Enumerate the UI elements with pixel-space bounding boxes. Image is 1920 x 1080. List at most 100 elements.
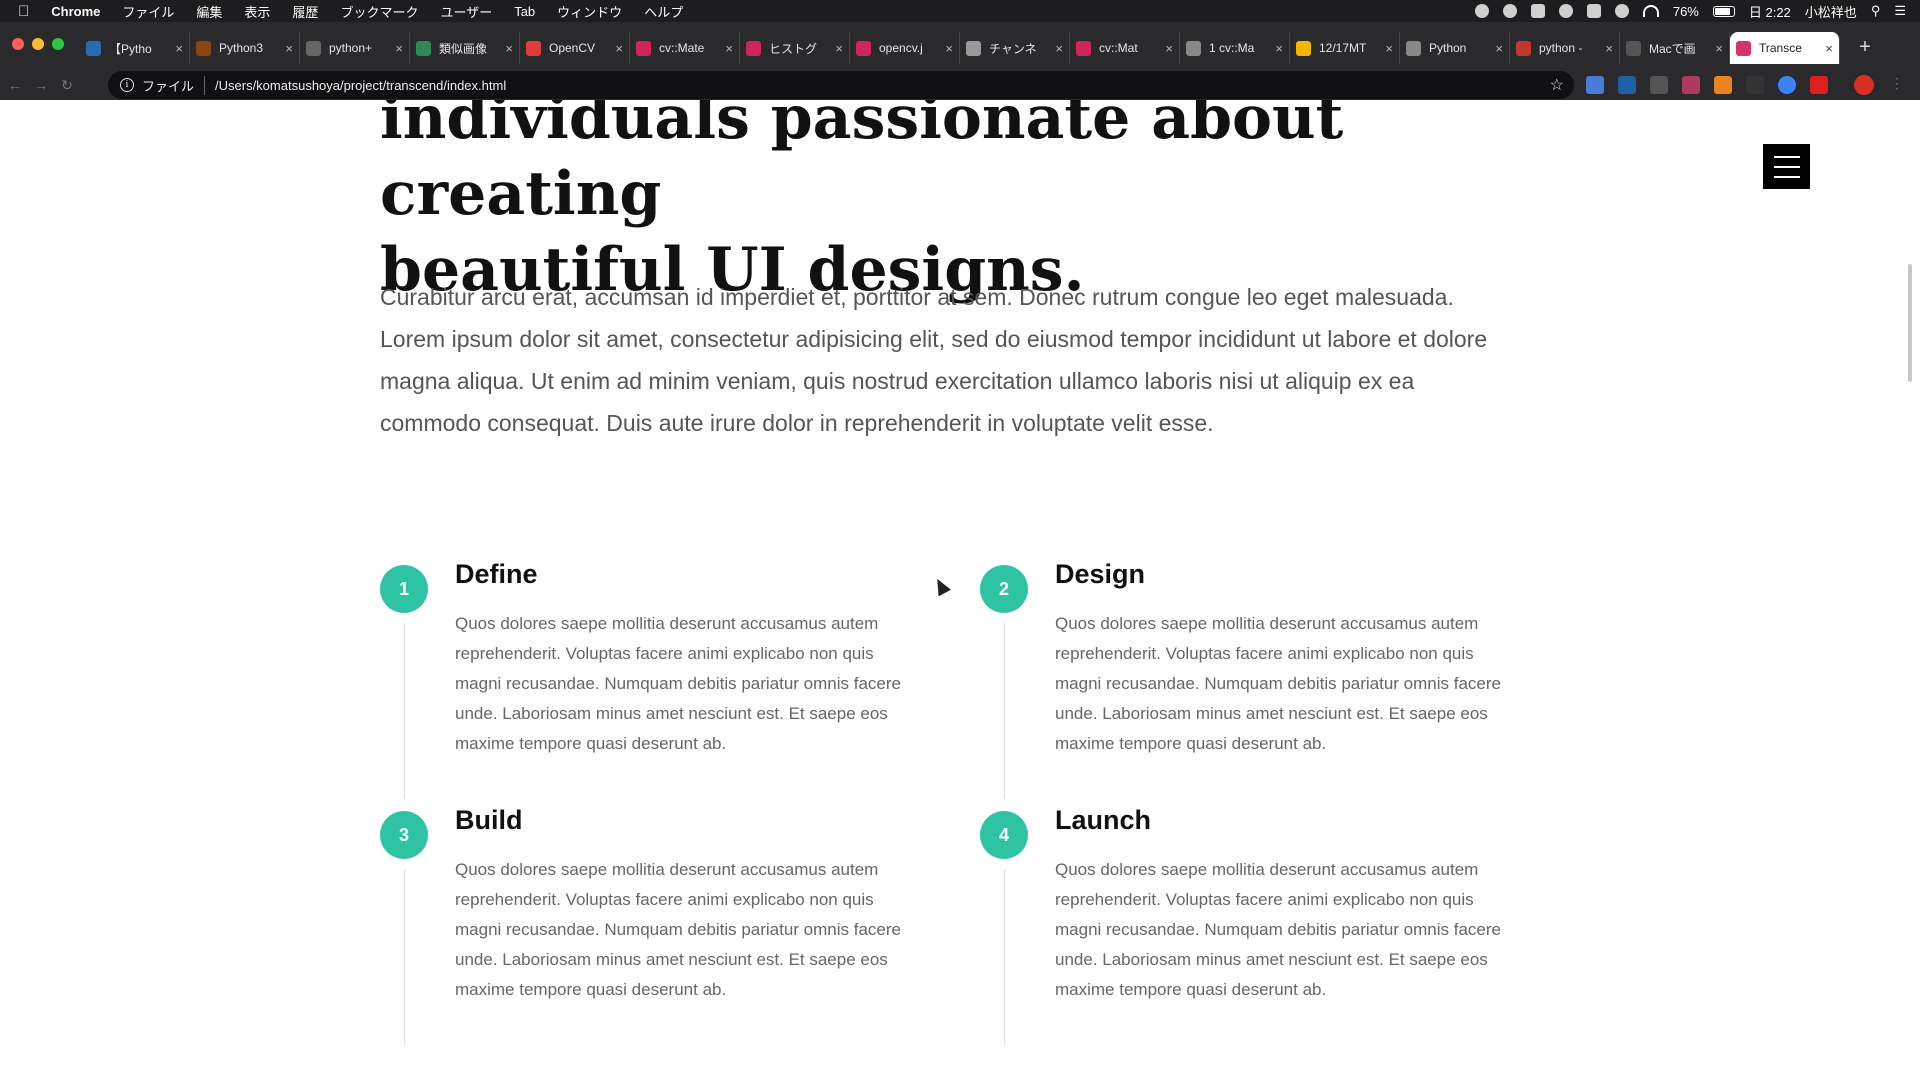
- tab-favicon-icon: [196, 40, 211, 56]
- tab-close-icon[interactable]: ×: [615, 41, 623, 56]
- reload-icon[interactable]: ↻: [56, 77, 78, 94]
- menu-people[interactable]: ユーザー: [440, 2, 492, 21]
- hamburger-menu-button[interactable]: [1763, 144, 1810, 189]
- tab-close-icon[interactable]: ×: [725, 41, 733, 56]
- screen-capture-extension-icon[interactable]: [1650, 76, 1668, 94]
- tab-favicon-icon: [1736, 40, 1751, 56]
- browser-tab[interactable]: opencv.j ×: [850, 32, 960, 64]
- record-icon[interactable]: [1474, 4, 1489, 18]
- menu-edit[interactable]: 編集: [196, 2, 222, 21]
- battery-icon[interactable]: [1712, 5, 1735, 17]
- dropbox-icon[interactable]: [1530, 4, 1545, 18]
- fullscreen-window-button[interactable]: [52, 38, 64, 50]
- browser-tab[interactable]: 1 cv::Ma ×: [1180, 32, 1290, 64]
- address-bar[interactable]: i ファイル /Users/komatsushoya/project/trans…: [108, 71, 1574, 99]
- browser-tab[interactable]: python+ ×: [300, 32, 410, 64]
- url-text[interactable]: /Users/komatsushoya/project/transcend/in…: [215, 78, 506, 93]
- tab-close-icon[interactable]: ×: [1495, 41, 1503, 56]
- video-extension-icon[interactable]: [1810, 76, 1828, 94]
- forward-icon[interactable]: →: [30, 77, 52, 93]
- browser-toolbar: ← → ↻ i ファイル /Users/komatsushoya/project…: [0, 70, 1920, 100]
- tab-close-icon[interactable]: ×: [945, 41, 953, 56]
- intro-paragraph: Curabitur arcu erat, accumsan id imperdi…: [380, 284, 1488, 436]
- metamask-extension-icon[interactable]: [1714, 76, 1732, 94]
- menu-history[interactable]: 履歴: [292, 2, 318, 21]
- tab-close-icon[interactable]: ×: [1055, 41, 1063, 56]
- input-method-icon[interactable]: [1586, 4, 1601, 18]
- menu-app-chrome[interactable]: Chrome: [51, 4, 100, 19]
- browser-tab[interactable]: ヒストグ ×: [740, 32, 850, 64]
- spotlight-search-icon[interactable]: ⚲: [1871, 3, 1881, 19]
- bluetooth-icon[interactable]: [1614, 4, 1629, 18]
- step-title: Design: [1055, 559, 1146, 589]
- qr-extension-icon[interactable]: [1682, 76, 1700, 94]
- battery-percent: 76%: [1672, 3, 1699, 19]
- tab-favicon-icon: [416, 40, 431, 56]
- menu-help[interactable]: ヘルプ: [644, 2, 683, 21]
- tab-close-icon[interactable]: ×: [1275, 41, 1283, 56]
- tab-favicon-icon: [1186, 40, 1201, 56]
- bookmark-star-icon[interactable]: ☆: [1550, 75, 1564, 95]
- tab-title: cv::Mate: [659, 41, 705, 55]
- menubar-clock[interactable]: 日 2:22: [1749, 2, 1791, 21]
- tab-close-icon[interactable]: ×: [175, 41, 183, 56]
- chrome-menu-icon[interactable]: ⋮: [1890, 75, 1904, 92]
- url-scheme-label: ファイル: [142, 75, 206, 95]
- menu-tab[interactable]: Tab: [514, 4, 535, 19]
- tab-close-icon[interactable]: ×: [835, 41, 843, 56]
- browser-tab[interactable]: 12/17MT ×: [1290, 32, 1400, 64]
- tab-close-icon[interactable]: ×: [505, 41, 513, 56]
- browser-tab[interactable]: Transce ×: [1730, 32, 1840, 64]
- menu-window[interactable]: ウィンドウ: [557, 2, 622, 21]
- menu-file[interactable]: ファイル: [122, 2, 174, 21]
- menu-view[interactable]: 表示: [244, 2, 270, 21]
- tab-close-icon[interactable]: ×: [395, 41, 403, 56]
- page-scrollbar-thumb[interactable]: [1908, 264, 1912, 382]
- browser-tab[interactable]: cv::Mat ×: [1070, 32, 1180, 64]
- menu-bookmarks[interactable]: ブックマーク: [340, 2, 418, 21]
- tab-title: Python: [1429, 41, 1467, 55]
- tab-title: opencv.j: [879, 41, 923, 55]
- browser-tab[interactable]: 【Pytho ×: [80, 32, 190, 64]
- browser-tab[interactable]: OpenCV ×: [520, 32, 630, 64]
- tab-close-icon[interactable]: ×: [1385, 41, 1393, 56]
- tab-close-icon[interactable]: ×: [285, 41, 293, 56]
- back-icon[interactable]: ←: [4, 77, 26, 93]
- tab-close-icon[interactable]: ×: [1715, 41, 1723, 56]
- site-info-icon[interactable]: i: [120, 78, 134, 92]
- tab-close-icon[interactable]: ×: [1825, 41, 1833, 56]
- tab-title: Transce: [1759, 41, 1802, 55]
- profile-avatar-icon[interactable]: [1854, 75, 1874, 95]
- tab-favicon-icon: [1406, 40, 1421, 56]
- step-description: Quos dolores saepe mollitia deserunt acc…: [1055, 860, 1502, 999]
- dictionary-extension-icon[interactable]: [1618, 76, 1636, 94]
- browser-tab[interactable]: cv::Mate ×: [630, 32, 740, 64]
- notification-center-icon[interactable]: ☰: [1894, 3, 1906, 19]
- close-window-button[interactable]: [12, 38, 24, 50]
- tab-favicon-icon: [966, 40, 981, 56]
- apple-menu-icon[interactable]: : [18, 3, 29, 20]
- step-description: Quos dolores saepe mollitia deserunt acc…: [455, 860, 902, 999]
- browser-tab[interactable]: Macで画 ×: [1620, 32, 1730, 64]
- grammarly-icon[interactable]: [1502, 4, 1517, 18]
- wifi-icon[interactable]: [1642, 5, 1659, 17]
- browser-tab[interactable]: Python ×: [1400, 32, 1510, 64]
- translate-extension-icon[interactable]: [1586, 76, 1604, 94]
- tab-close-icon[interactable]: ×: [1605, 41, 1613, 56]
- browser-tab-strip: 【Pytho × Python3 × python+ × 類似画像 × OpenCV × cv::M…: [0, 22, 1920, 74]
- tab-close-icon[interactable]: ×: [1165, 41, 1173, 56]
- browser-tab[interactable]: python - ×: [1510, 32, 1620, 64]
- network-extension-icon[interactable]: [1778, 76, 1796, 94]
- browser-tab[interactable]: Python3 ×: [190, 32, 300, 64]
- new-tab-button[interactable]: +: [1850, 32, 1880, 62]
- browser-tab[interactable]: チャンネ ×: [960, 32, 1070, 64]
- tab-title: Python3: [219, 41, 264, 55]
- minimize-window-button[interactable]: [32, 38, 44, 50]
- browser-tab[interactable]: 類似画像 ×: [410, 32, 520, 64]
- menubar-user[interactable]: 小松祥也: [1805, 2, 1857, 21]
- selenium-extension-icon[interactable]: [1746, 76, 1764, 94]
- hamburger-bar: [1773, 175, 1800, 178]
- creative-cloud-icon[interactable]: [1558, 4, 1573, 18]
- tab-title: 12/17MT: [1319, 41, 1367, 55]
- step-number-badge: 3: [380, 811, 428, 859]
